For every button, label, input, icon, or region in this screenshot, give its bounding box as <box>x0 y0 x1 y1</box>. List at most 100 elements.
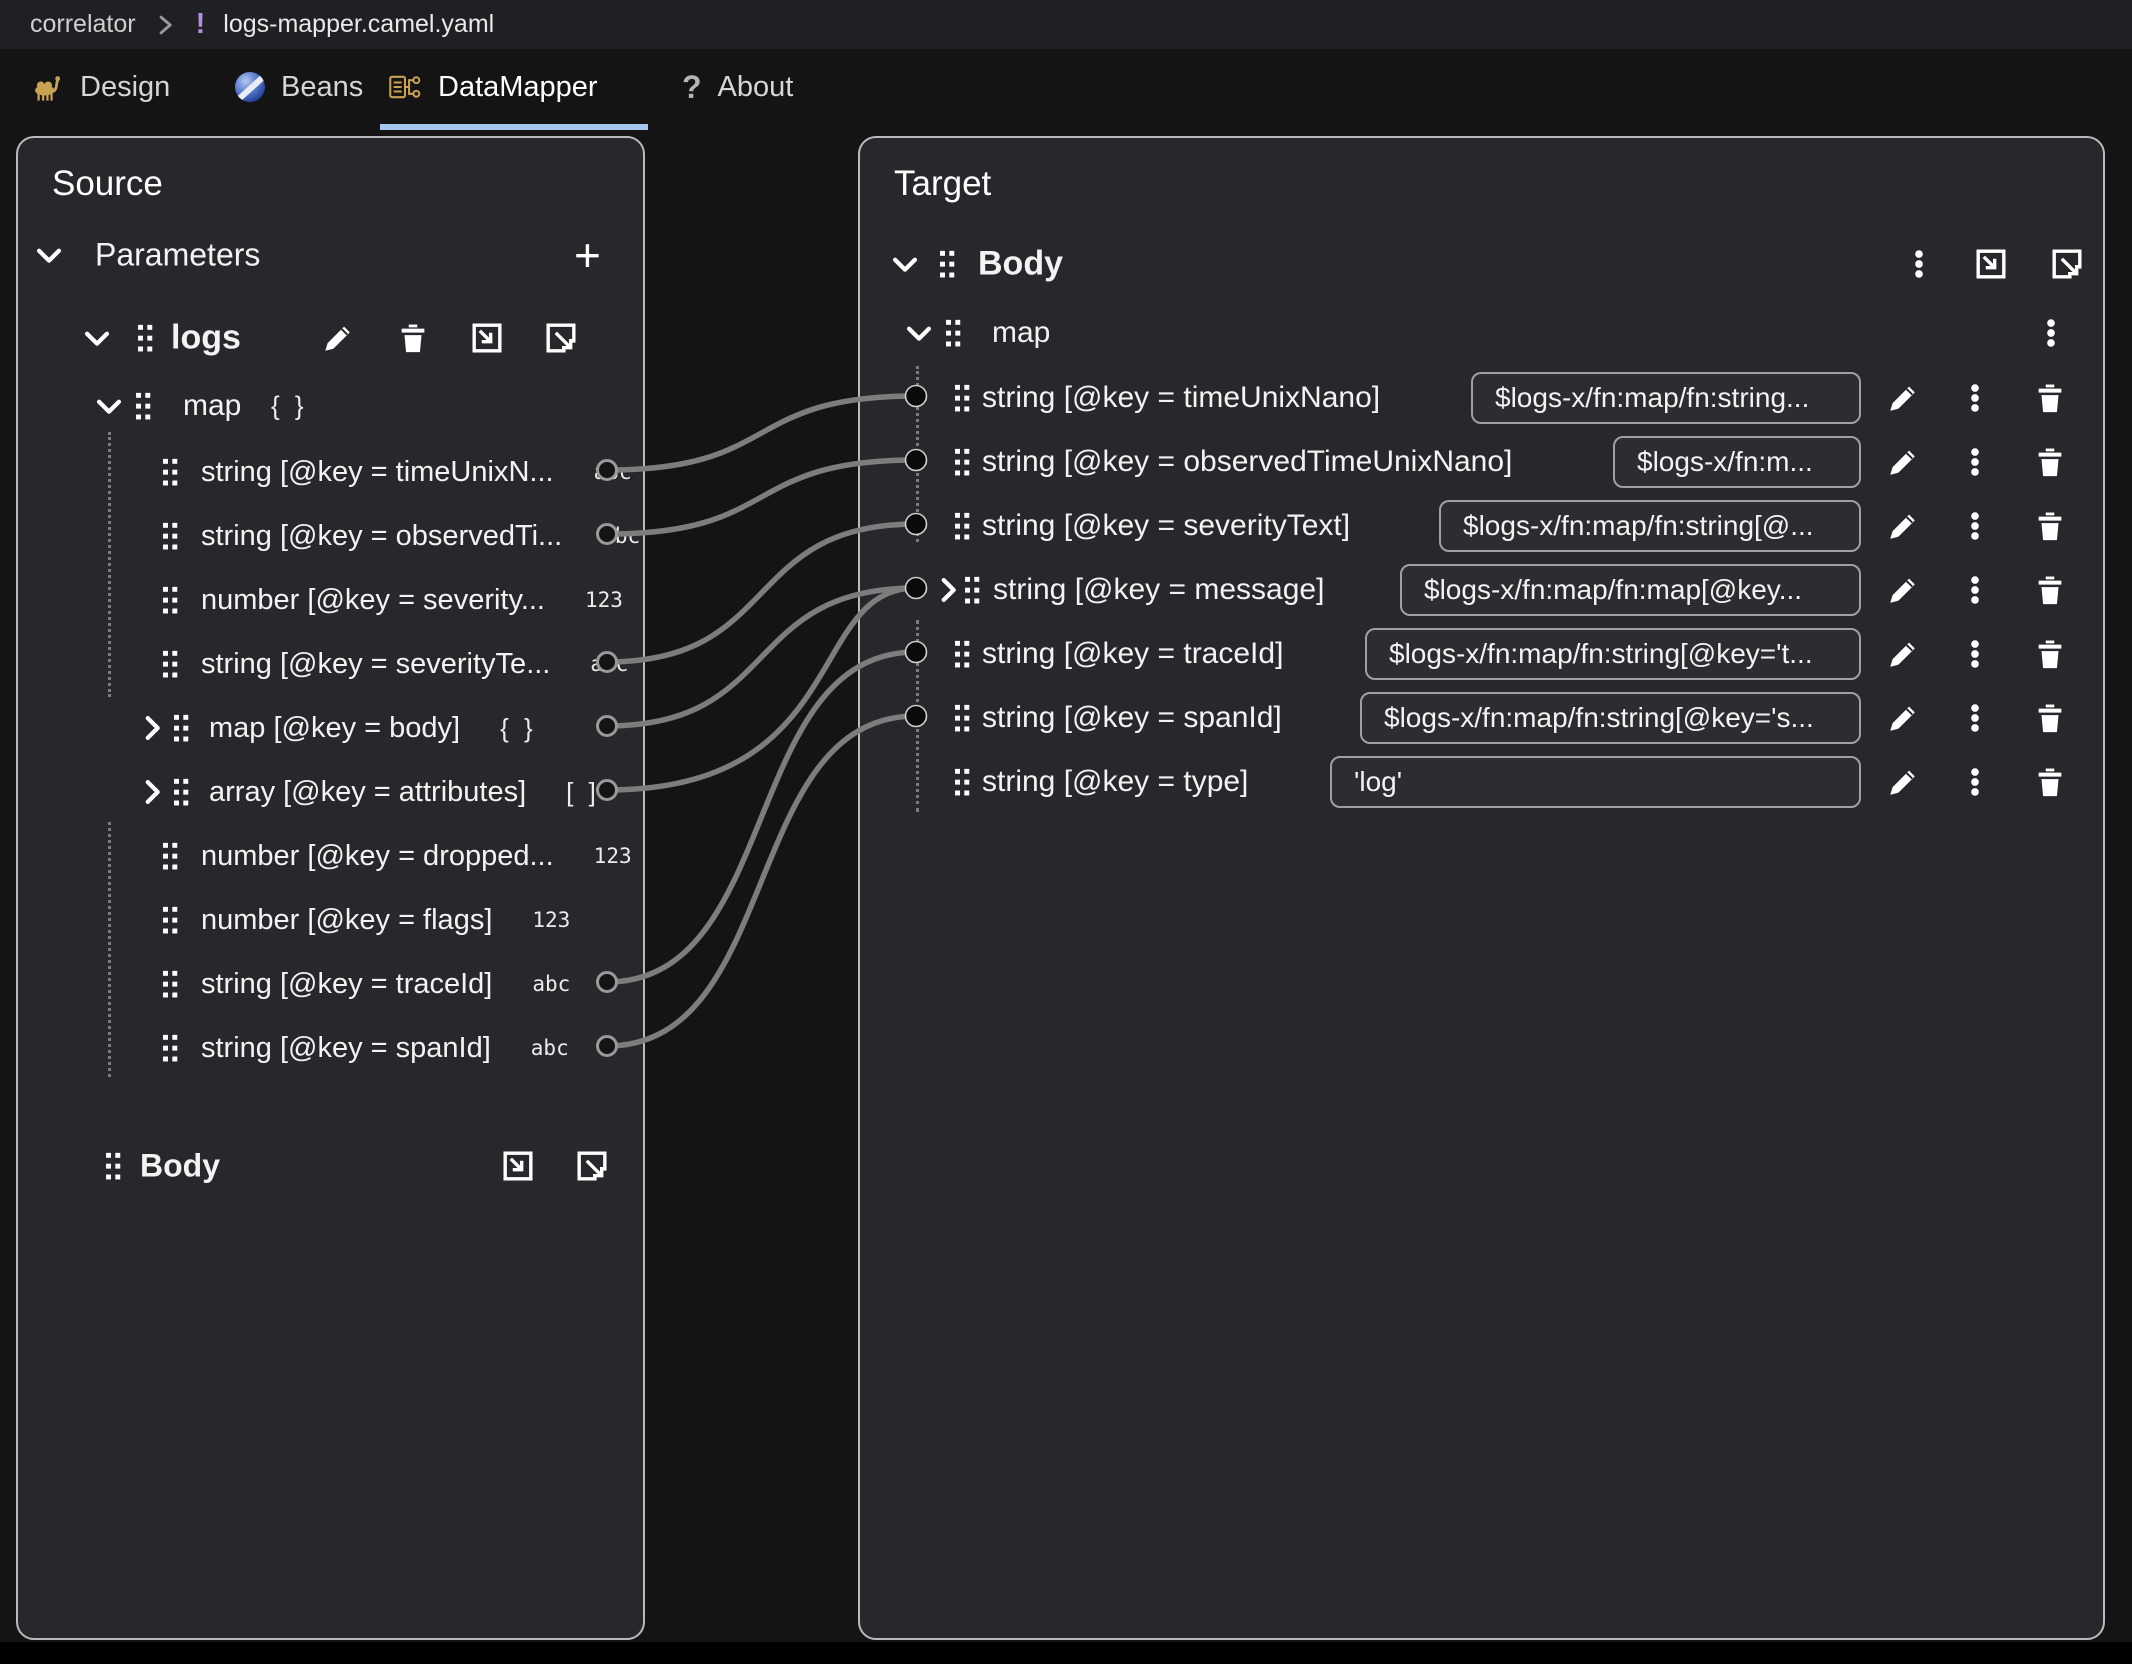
pencil-icon[interactable] <box>1886 509 1920 543</box>
expression-input[interactable]: $logs-x/fn:map/fn:string[@key='t... <box>1365 628 1861 680</box>
trash-icon[interactable] <box>2033 445 2067 479</box>
source-field-row[interactable]: array [@key = attributes][ ] <box>18 760 643 824</box>
attach-icon[interactable] <box>470 321 504 355</box>
expression-input[interactable]: $logs-x/fn:map/fn:string... <box>1471 372 1861 424</box>
parameter-name-label: logs <box>171 319 241 358</box>
grip-icon[interactable] <box>164 775 198 809</box>
chevron-down-icon[interactable] <box>92 389 126 423</box>
source-panel-title: Source <box>52 164 163 204</box>
trash-icon[interactable] <box>2033 765 2067 799</box>
grip-icon[interactable] <box>945 509 979 543</box>
grip-icon[interactable] <box>153 839 187 873</box>
grip-icon[interactable] <box>126 389 160 423</box>
kebab-icon[interactable] <box>1958 701 1992 735</box>
grip-icon[interactable] <box>936 316 970 350</box>
grip-icon[interactable] <box>153 967 187 1001</box>
source-field-row[interactable]: number [@key = severity...123 <box>18 568 643 632</box>
grip-icon[interactable] <box>96 1149 130 1183</box>
source-field-row[interactable]: string [@key = severityTe...abc <box>18 632 643 696</box>
tab-datamapper[interactable]: DataMapper <box>388 49 598 125</box>
detach-icon[interactable] <box>2050 247 2084 281</box>
add-parameter-button[interactable]: + <box>574 235 601 275</box>
grip-icon[interactable] <box>945 637 979 671</box>
grip-icon[interactable] <box>930 247 964 281</box>
chevron-down-icon[interactable] <box>902 316 936 350</box>
trash-icon[interactable] <box>2033 701 2067 735</box>
pencil-icon[interactable] <box>321 321 355 355</box>
detach-icon[interactable] <box>575 1149 609 1183</box>
target-map-row[interactable]: map <box>860 301 2103 365</box>
kebab-icon[interactable] <box>1902 247 1936 281</box>
kebab-icon[interactable] <box>1958 381 1992 415</box>
detach-icon[interactable] <box>544 321 578 355</box>
chevron-down-icon[interactable] <box>32 238 66 272</box>
trash-icon[interactable] <box>2033 573 2067 607</box>
parameter-logs-row[interactable]: logs <box>18 306 643 370</box>
target-field-row[interactable]: string [@key = severityText]$logs-x/fn:m… <box>860 494 2103 558</box>
target-field-row[interactable]: string [@key = message]$logs-x/fn:map/fn… <box>860 558 2103 622</box>
source-field-row[interactable]: map [@key = body]{ } <box>18 696 643 760</box>
grip-icon[interactable] <box>153 1031 187 1065</box>
pencil-icon[interactable] <box>1886 701 1920 735</box>
source-field-row[interactable]: string [@key = spanId]abc <box>18 1016 643 1080</box>
source-body-row[interactable]: Body <box>18 1134 643 1198</box>
chevron-down-icon[interactable] <box>80 321 114 355</box>
pencil-icon[interactable] <box>1886 765 1920 799</box>
source-field-row[interactable]: number [@key = flags]123 <box>18 888 643 952</box>
grip-icon[interactable] <box>128 321 162 355</box>
attach-icon[interactable] <box>1974 247 2008 281</box>
chevron-down-icon[interactable] <box>888 247 922 281</box>
target-field-row[interactable]: string [@key = spanId]$logs-x/fn:map/fn:… <box>860 686 2103 750</box>
pencil-icon[interactable] <box>1886 573 1920 607</box>
source-field-row[interactable]: number [@key = dropped...123 <box>18 824 643 888</box>
trash-icon[interactable] <box>396 321 430 355</box>
source-field-label: string [@key = traceId] <box>201 968 492 1001</box>
tab-about[interactable]: ? About <box>682 49 793 125</box>
kebab-icon[interactable] <box>1958 637 1992 671</box>
grip-icon[interactable] <box>945 765 979 799</box>
target-panel-title: Target <box>894 164 991 204</box>
grip-icon[interactable] <box>153 519 187 553</box>
breadcrumb-project[interactable]: correlator <box>30 10 136 39</box>
source-map-row[interactable]: map { } <box>18 374 643 438</box>
kebab-icon[interactable] <box>1958 509 1992 543</box>
grip-icon[interactable] <box>153 583 187 617</box>
tab-design[interactable]: Design <box>30 49 170 125</box>
source-field-row[interactable]: string [@key = timeUnixN...abc <box>18 440 643 504</box>
expression-input[interactable]: $logs-x/fn:map/fn:string[@key='s... <box>1360 692 1861 744</box>
expression-input[interactable]: 'log' <box>1330 756 1861 808</box>
grip-icon[interactable] <box>164 711 198 745</box>
kebab-icon[interactable] <box>1958 573 1992 607</box>
expression-input[interactable]: $logs-x/fn:map/fn:string[@... <box>1439 500 1861 552</box>
kebab-icon[interactable] <box>1958 445 1992 479</box>
tab-beans[interactable]: Beans <box>235 49 363 125</box>
grip-icon[interactable] <box>153 647 187 681</box>
grip-icon[interactable] <box>945 445 979 479</box>
attach-icon[interactable] <box>501 1149 535 1183</box>
grip-icon[interactable] <box>945 381 979 415</box>
target-field-row[interactable]: string [@key = type]'log' <box>860 750 2103 814</box>
pencil-icon[interactable] <box>1886 637 1920 671</box>
grip-icon[interactable] <box>153 455 187 489</box>
expression-input[interactable]: $logs-x/fn:map/fn:map[@key... <box>1400 564 1861 616</box>
pencil-icon[interactable] <box>1886 445 1920 479</box>
expression-input[interactable]: $logs-x/fn:m... <box>1613 436 1861 488</box>
source-field-row[interactable]: string [@key = observedTi...abc <box>18 504 643 568</box>
source-field-label: string [@key = severityTe... <box>201 648 550 681</box>
kebab-icon[interactable] <box>2034 316 2068 350</box>
source-field-row[interactable]: string [@key = traceId]abc <box>18 952 643 1016</box>
target-body-row[interactable]: Body <box>860 232 2103 296</box>
parameters-header[interactable]: Parameters + <box>18 226 643 284</box>
trash-icon[interactable] <box>2033 637 2067 671</box>
source-field-label: string [@key = observedTi... <box>201 520 562 553</box>
target-field-row[interactable]: string [@key = observedTimeUnixNano]$log… <box>860 430 2103 494</box>
grip-icon[interactable] <box>955 573 989 607</box>
trash-icon[interactable] <box>2033 509 2067 543</box>
trash-icon[interactable] <box>2033 381 2067 415</box>
target-field-row[interactable]: string [@key = traceId]$logs-x/fn:map/fn… <box>860 622 2103 686</box>
target-field-row[interactable]: string [@key = timeUnixNano]$logs-x/fn:m… <box>860 366 2103 430</box>
pencil-icon[interactable] <box>1886 381 1920 415</box>
grip-icon[interactable] <box>153 903 187 937</box>
kebab-icon[interactable] <box>1958 765 1992 799</box>
grip-icon[interactable] <box>945 701 979 735</box>
